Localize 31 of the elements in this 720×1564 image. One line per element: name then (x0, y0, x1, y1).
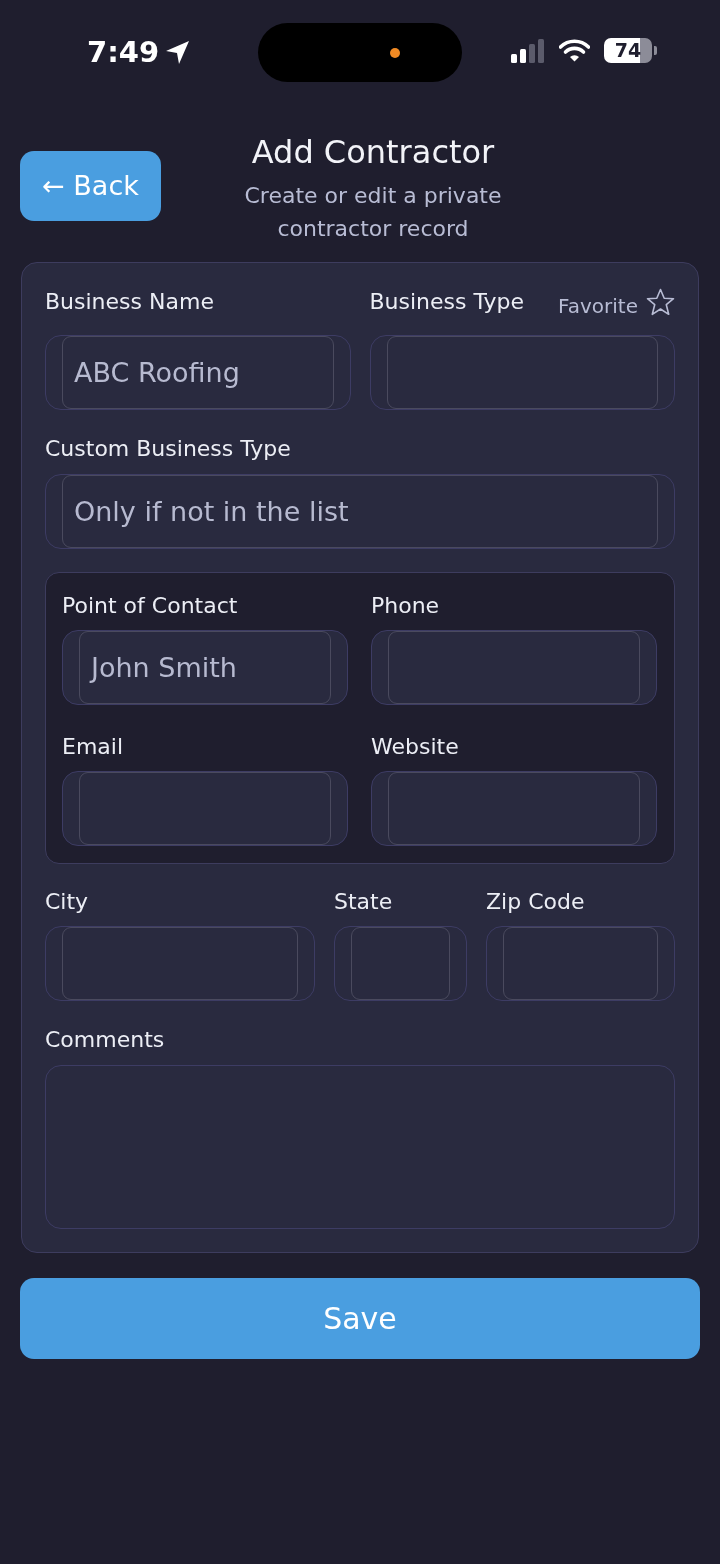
signal-icon (511, 38, 545, 63)
field-label: Website (371, 733, 460, 761)
input-field[interactable]: Only if not in the list (45, 474, 675, 549)
field-label: State (334, 888, 394, 916)
favorite-toggle[interactable]: Favorite (558, 288, 675, 316)
input-field[interactable]: John Smith (62, 630, 348, 705)
field-label: Zip Code (486, 888, 586, 916)
field-label: Comments (45, 1026, 166, 1054)
status-time: 7:49 (87, 34, 160, 70)
location-arrow-icon (165, 39, 191, 65)
battery-indicator: 74 (604, 38, 657, 63)
field-label: Business Type (369, 288, 525, 316)
input-field[interactable] (369, 335, 675, 410)
field-label: Email (62, 733, 125, 761)
input-field[interactable] (45, 926, 315, 1001)
field-label: Point of Contact (62, 592, 239, 620)
input-field[interactable] (334, 926, 467, 1001)
field-label: Phone (371, 592, 441, 620)
input-field[interactable]: ABC Roofing (45, 335, 351, 410)
page-title: Add Contractor (251, 132, 495, 172)
field-label: Custom Business Type (45, 435, 292, 463)
input-field[interactable] (371, 630, 657, 705)
wifi-icon (559, 39, 590, 62)
input-field[interactable] (62, 771, 348, 846)
field-label: City (45, 888, 90, 916)
field-label: Business Name (45, 288, 215, 316)
input-field[interactable] (486, 926, 675, 1001)
comments-field[interactable] (45, 1065, 675, 1229)
camera-indicator-icon (390, 48, 400, 58)
input-field[interactable] (371, 771, 657, 846)
page-subtitle: Create or edit a private contractor record (243, 182, 503, 243)
